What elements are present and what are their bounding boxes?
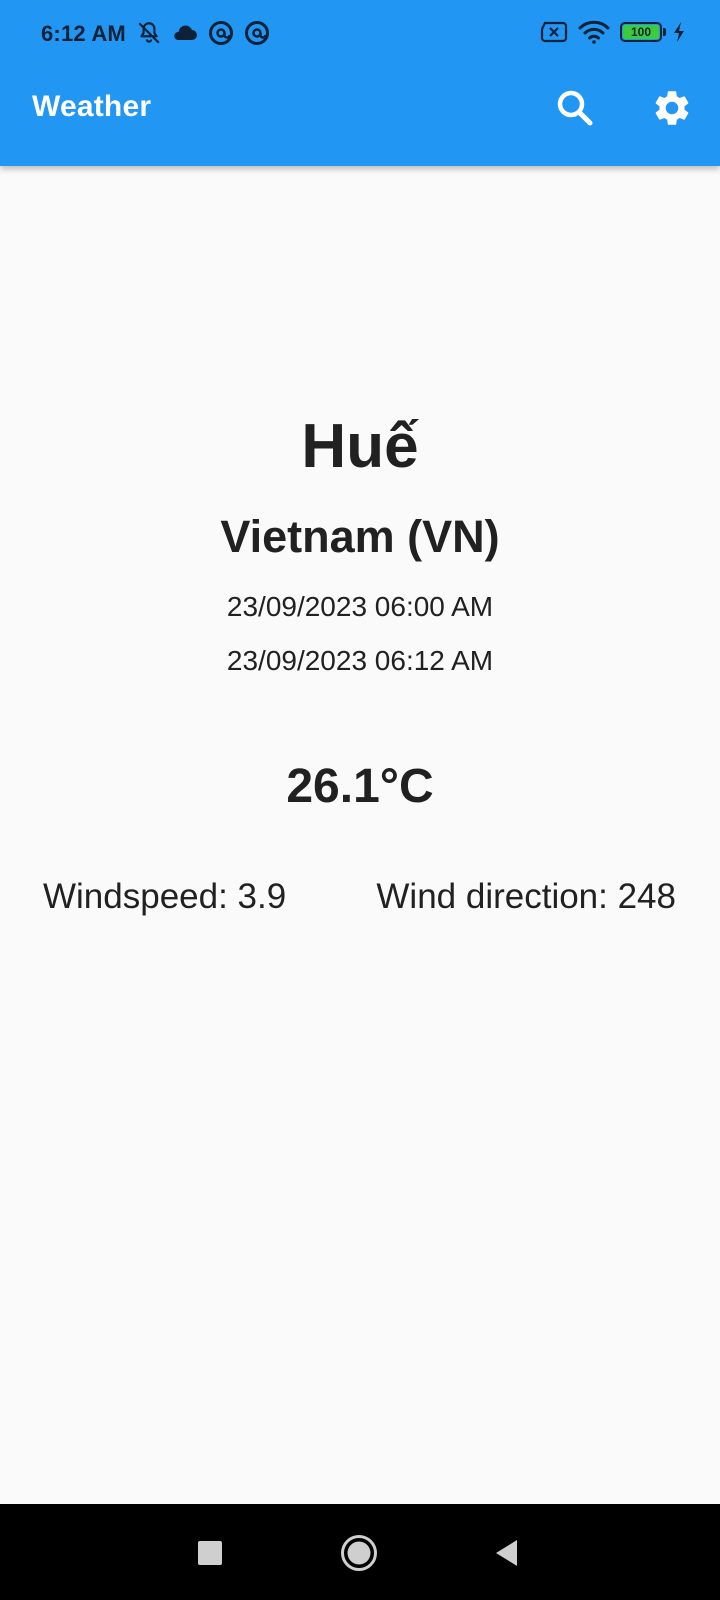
back-button[interactable] [481,1528,531,1578]
home-icon [341,1535,377,1571]
app-at-icon [209,21,233,45]
temperature: 26.1°C [286,760,434,813]
updated-datetime: 23/09/2023 06:12 AM [226,645,494,676]
sim-off-icon [540,21,568,43]
app-title: Weather [32,90,152,123]
notifications-off-icon [138,22,160,44]
status-left-icons [136,20,270,46]
search-icon [557,90,593,126]
charging-icon [674,22,684,42]
search-button[interactable] [551,84,599,132]
weather-content: Huế Vietnam (VN) 23/09/2023 06:00 AM 23/… [0,166,720,1504]
status-bar: 6:12 AM 100 [0,0,720,70]
wind-direction: Wind direction: 248 [376,877,676,916]
forecast-datetime: 23/09/2023 06:00 AM [226,591,494,622]
app-bar: 6:12 AM 100 Weather [0,0,720,166]
status-right-icons: 100 [540,20,686,44]
wifi-icon [578,20,610,44]
back-icon [496,1540,517,1566]
cloud-icon [174,25,197,40]
app-at-icon [245,21,269,45]
country-name: Vietnam (VN) [220,511,500,562]
settings-button[interactable] [648,84,696,132]
status-time: 6:12 AM [41,21,126,46]
system-nav-bar [0,1504,720,1600]
battery-level: 100 [623,25,659,39]
home-button[interactable] [334,1528,384,1578]
city-name: Huế [301,412,419,481]
settings-icon [655,91,689,125]
battery-icon: 100 [620,22,666,42]
recents-icon [198,1541,222,1565]
weather-screen: 6:12 AM 100 Weather Huế Vietnam (VN) 23/… [0,0,720,1600]
recents-button[interactable] [185,1528,235,1578]
windspeed: Windspeed: 3.9 [43,877,287,916]
